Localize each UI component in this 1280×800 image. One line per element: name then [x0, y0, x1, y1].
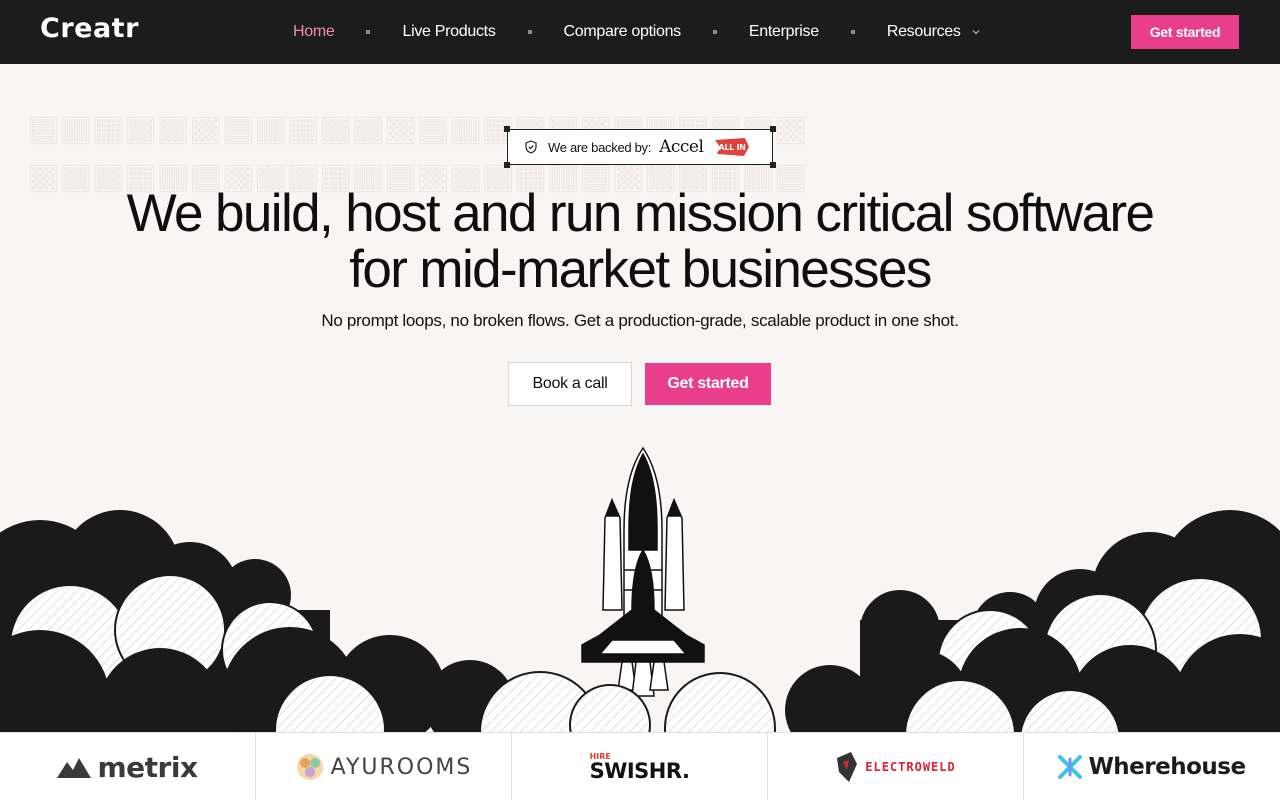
metrix-mountain-icon [57, 758, 92, 778]
badge-corner [504, 126, 510, 132]
backed-by-badge: We are backed by: Accel ALL IN [504, 126, 776, 168]
nav-item-resources[interactable]: Resources [887, 23, 981, 41]
menu-separator [366, 30, 371, 34]
badge-corner [770, 162, 776, 168]
electroweld-wordmark: ELECTROWELD [865, 760, 956, 774]
client-logo-strip: metrix AYUROOMS HIRE SWISHR. ELECTROWELD… [0, 732, 1280, 800]
brand-logo[interactable]: Creatr [40, 13, 139, 44]
hero-get-started-button[interactable]: Get started [645, 363, 771, 405]
nav-item-compare-options[interactable]: Compare options [564, 23, 682, 41]
swishr-wordmark: SWISHR. [589, 758, 690, 783]
metrix-wordmark: metrix [97, 750, 198, 784]
all-in-logo-text: ALL IN [719, 143, 746, 152]
accel-logo: Accel [659, 137, 704, 157]
electroweld-emblem-icon [837, 752, 858, 782]
nav-item-resources-label: Resources [886, 23, 961, 40]
client-logo-electroweld[interactable]: ELECTROWELD [768, 733, 1024, 800]
badge-corner [504, 162, 510, 168]
top-navbar: Creatr Home Live Products Compare option… [0, 0, 1280, 64]
shield-check-icon [525, 140, 537, 154]
nav-item-home[interactable]: Home [293, 23, 335, 41]
nav-get-started-button[interactable]: Get started [1131, 15, 1239, 49]
menu-separator [527, 30, 532, 34]
badge-text: We are backed by: [548, 139, 652, 155]
hero-subheadline: No prompt loops, no broken flows. Get a … [321, 311, 959, 330]
badge-corner [770, 126, 776, 132]
ayurooms-leaf-icon [296, 754, 323, 780]
all-in-logo: ALL IN [715, 138, 750, 156]
menu-separator [712, 30, 717, 34]
wherehouse-star-icon [1058, 755, 1083, 779]
chevron-down-icon [972, 29, 980, 35]
client-logo-wherehouse[interactable]: Wherehouse [1024, 733, 1280, 800]
client-logo-metrix[interactable]: metrix [0, 733, 256, 800]
headline-line-1: We build, host and run mission critical … [126, 184, 1155, 243]
wherehouse-wordmark: Wherehouse [1088, 754, 1246, 780]
rocket-icon [581, 446, 705, 697]
book-a-call-button[interactable]: Book a call [508, 362, 632, 406]
main-menu: Home Live Products Compare options Enter… [293, 0, 981, 64]
rocket-launch-illustration [0, 446, 1280, 732]
nav-item-enterprise[interactable]: Enterprise [749, 23, 819, 41]
ayurooms-wordmark: AYUROOMS [330, 754, 473, 780]
menu-separator [850, 30, 855, 34]
hero-headline: We build, host and run mission critical … [0, 186, 1280, 298]
client-logo-ayurooms[interactable]: AYUROOMS [256, 733, 512, 800]
headline-line-2: for mid-market businesses [349, 240, 932, 299]
nav-item-live-products[interactable]: Live Products [402, 23, 495, 41]
client-logo-swishr[interactable]: HIRE SWISHR. [512, 733, 768, 800]
